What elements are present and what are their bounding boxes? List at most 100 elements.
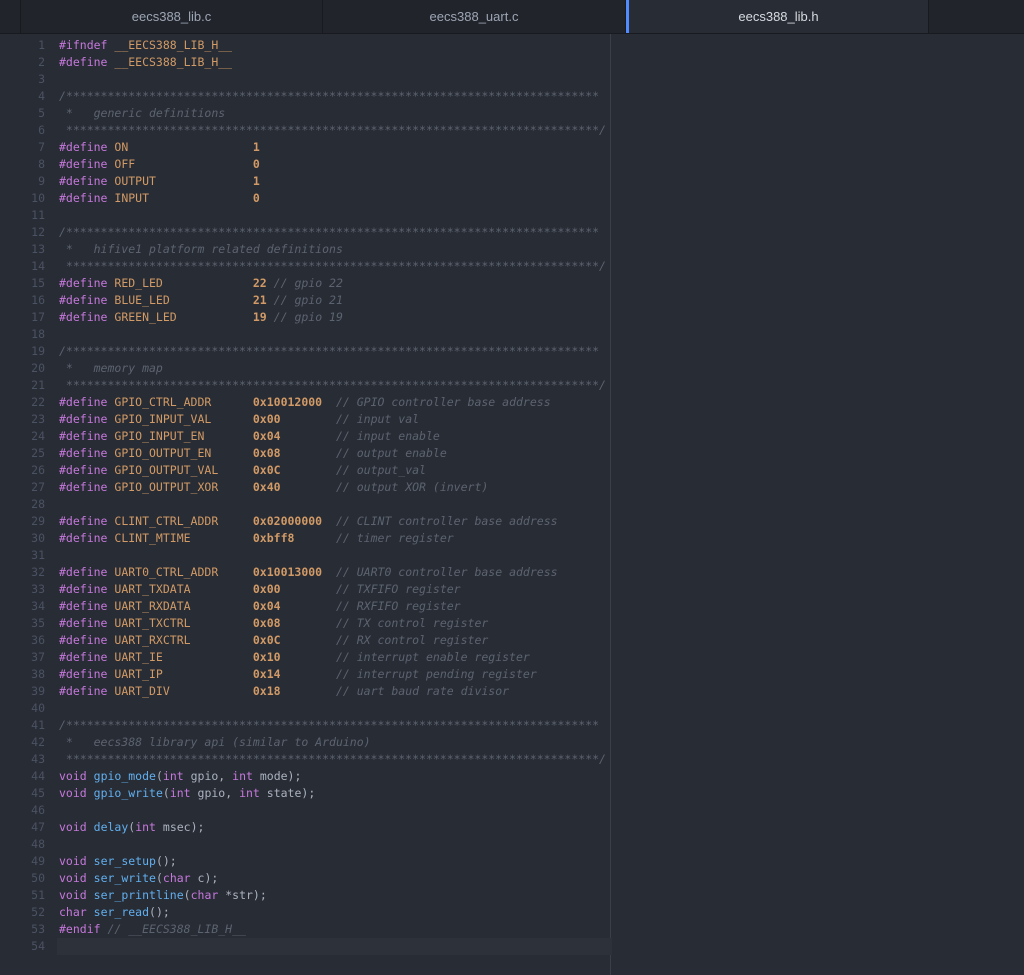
code-line[interactable]: 52 char ser_read(); xyxy=(0,904,1024,921)
token-tx xyxy=(149,191,253,205)
line-number: 18 xyxy=(31,327,45,341)
code-line[interactable]: 28 xyxy=(0,496,1024,513)
line-number: 8 xyxy=(38,157,45,171)
code-text: #define GPIO_OUTPUT_XOR 0x40 // output X… xyxy=(45,479,488,496)
code-line[interactable]: 30 #define CLINT_MTIME 0xbff8 // timer re… xyxy=(0,530,1024,547)
code-line[interactable]: 45 void gpio_write(int gpio, int state); xyxy=(0,785,1024,802)
line-number: 41 xyxy=(31,718,45,732)
code-line[interactable]: 41 /*************************************… xyxy=(0,717,1024,734)
token-kw: void xyxy=(59,871,87,885)
line-number: 22 xyxy=(31,395,45,409)
code-text: #define GPIO_INPUT_EN 0x04 // input enab… xyxy=(45,428,440,445)
token-cm: // gpio 21 xyxy=(273,293,343,307)
code-line[interactable]: 12 /*************************************… xyxy=(0,224,1024,241)
token-num: 0xbff8 xyxy=(252,531,295,545)
code-line[interactable]: 53 #endif // __EECS388_LIB_H__ xyxy=(0,921,1024,938)
code-line[interactable]: 32 #define UART0_CTRL_ADDR 0x10013000 // … xyxy=(0,564,1024,581)
code-line[interactable]: 10 #define INPUT 0 xyxy=(0,190,1024,207)
token-kw: #define xyxy=(59,157,115,171)
token-cm: // UART0 controller base address xyxy=(335,565,558,579)
editor[interactable]: 1 #ifndef __EECS388_LIB_H__ 2 #define __EEC… xyxy=(0,34,1024,975)
code-line[interactable]: 39 #define UART_DIV 0x18 // uart baud rat… xyxy=(0,683,1024,700)
tab-eecs388-uart-c[interactable]: eecs388_uart.c xyxy=(323,0,626,33)
code-line[interactable]: 3 xyxy=(0,71,1024,88)
token-kw: #define xyxy=(59,174,115,188)
code-line[interactable]: 33 #define UART_TXDATA 0x00 // TXFIFO reg… xyxy=(0,581,1024,598)
line-number: 23 xyxy=(31,412,45,426)
code-line[interactable]: 31 xyxy=(0,547,1024,564)
token-name: INPUT xyxy=(114,191,150,205)
code-line[interactable]: 26 #define GPIO_OUTPUT_VAL 0x0C // output… xyxy=(0,462,1024,479)
code-line[interactable]: 6 **************************************… xyxy=(0,122,1024,139)
code-line[interactable]: 47 void delay(int msec); xyxy=(0,819,1024,836)
code-line[interactable]: 20 * memory map xyxy=(0,360,1024,377)
token-tx xyxy=(135,157,253,171)
token-tx xyxy=(218,480,253,494)
code-line[interactable]: 24 #define GPIO_INPUT_EN 0x04 // input en… xyxy=(0,428,1024,445)
line-number: 32 xyxy=(31,565,45,579)
code-line[interactable]: 48 xyxy=(0,836,1024,853)
code-line[interactable]: 22 #define GPIO_CTRL_ADDR 0x10012000 // G… xyxy=(0,394,1024,411)
token-cm: // output enable xyxy=(335,446,447,460)
code-line[interactable]: 13 * hifive1 platform related definition… xyxy=(0,241,1024,258)
line-number: 3 xyxy=(38,72,45,86)
tab-eecs388-lib-c[interactable]: eecs388_lib.c xyxy=(20,0,323,33)
code-line[interactable]: 4 /**************************************… xyxy=(0,88,1024,105)
code-line[interactable]: 51 void ser_printline(char *str); xyxy=(0,887,1024,904)
code-line[interactable]: 9 #define OUTPUT 1 xyxy=(0,173,1024,190)
token-num: 0x00 xyxy=(252,582,281,596)
token-kw: char xyxy=(59,905,87,919)
code-line[interactable]: 5 * generic definitions xyxy=(0,105,1024,122)
code-line[interactable]: 54 xyxy=(0,938,1024,955)
token-name: UART_DIV xyxy=(114,684,170,698)
code-line[interactable]: 17 #define GREEN_LED 19 // gpio 19 xyxy=(0,309,1024,326)
code-line[interactable]: 19 /*************************************… xyxy=(0,343,1024,360)
code-line[interactable]: 49 void ser_setup(); xyxy=(0,853,1024,870)
code-line[interactable]: 1 #ifndef __EECS388_LIB_H__ xyxy=(0,37,1024,54)
code-line[interactable]: 16 #define BLUE_LED 21 // gpio 21 xyxy=(0,292,1024,309)
line-number: 54 xyxy=(31,939,45,953)
token-num: 22 xyxy=(252,276,267,290)
code-line[interactable]: 8 #define OFF 0 xyxy=(0,156,1024,173)
code-text: * generic definitions xyxy=(45,105,225,122)
code-line[interactable]: 42 * eecs388 library api (similar to Ard… xyxy=(0,734,1024,751)
code-line[interactable]: 15 #define RED_LED 22 // gpio 22 xyxy=(0,275,1024,292)
code-line[interactable]: 43 *************************************… xyxy=(0,751,1024,768)
code-line[interactable]: 11 xyxy=(0,207,1024,224)
token-kw: #define xyxy=(59,140,115,154)
code-line[interactable]: 14 *************************************… xyxy=(0,258,1024,275)
code-line[interactable]: 29 #define CLINT_CTRL_ADDR 0x02000000 // … xyxy=(0,513,1024,530)
code-line[interactable]: 23 #define GPIO_INPUT_VAL 0x00 // input v… xyxy=(0,411,1024,428)
code-line[interactable]: 35 #define UART_TXCTRL 0x08 // TX control… xyxy=(0,615,1024,632)
line-number: 10 xyxy=(31,191,45,205)
code-line[interactable]: 25 #define GPIO_OUTPUT_EN 0x08 // output … xyxy=(0,445,1024,462)
token-name: OFF xyxy=(114,157,136,171)
code-text: /***************************************… xyxy=(45,343,599,360)
code-text: #endif // __EECS388_LIB_H__ xyxy=(45,921,246,938)
token-kw: void xyxy=(59,786,87,800)
token-tx xyxy=(267,276,274,290)
token-cm: ****************************************… xyxy=(59,259,606,273)
code-line[interactable]: 2 #define __EECS388_LIB_H__ xyxy=(0,54,1024,71)
code-line[interactable]: 38 #define UART_IP 0x14 // interrupt pend… xyxy=(0,666,1024,683)
token-num: 0 xyxy=(252,157,260,171)
token-cm: // interrupt pending register xyxy=(335,667,537,681)
code-line[interactable]: 34 #define UART_RXDATA 0x04 // RXFIFO reg… xyxy=(0,598,1024,615)
code-line[interactable]: 7 #define ON 1 xyxy=(0,139,1024,156)
code-line[interactable]: 37 #define UART_IE 0x10 // interrupt enab… xyxy=(0,649,1024,666)
code-line[interactable]: 18 xyxy=(0,326,1024,343)
code-line[interactable]: 21 *************************************… xyxy=(0,377,1024,394)
code-line[interactable]: 50 void ser_write(char c); xyxy=(0,870,1024,887)
token-tx xyxy=(281,463,336,477)
code-text: #define GREEN_LED 19 // gpio 19 xyxy=(45,309,343,326)
code-line[interactable]: 46 xyxy=(0,802,1024,819)
code-line[interactable]: 40 xyxy=(0,700,1024,717)
code-line[interactable]: 44 void gpio_mode(int gpio, int mode); xyxy=(0,768,1024,785)
code-text: #define CLINT_MTIME 0xbff8 // timer regi… xyxy=(45,530,454,547)
line-number: 38 xyxy=(31,667,45,681)
tab-eecs388-lib-h[interactable]: eecs388_lib.h xyxy=(626,0,929,33)
code-line[interactable]: 27 #define GPIO_OUTPUT_XOR 0x40 // output… xyxy=(0,479,1024,496)
code-line[interactable]: 36 #define UART_RXCTRL 0x0C // RX control… xyxy=(0,632,1024,649)
